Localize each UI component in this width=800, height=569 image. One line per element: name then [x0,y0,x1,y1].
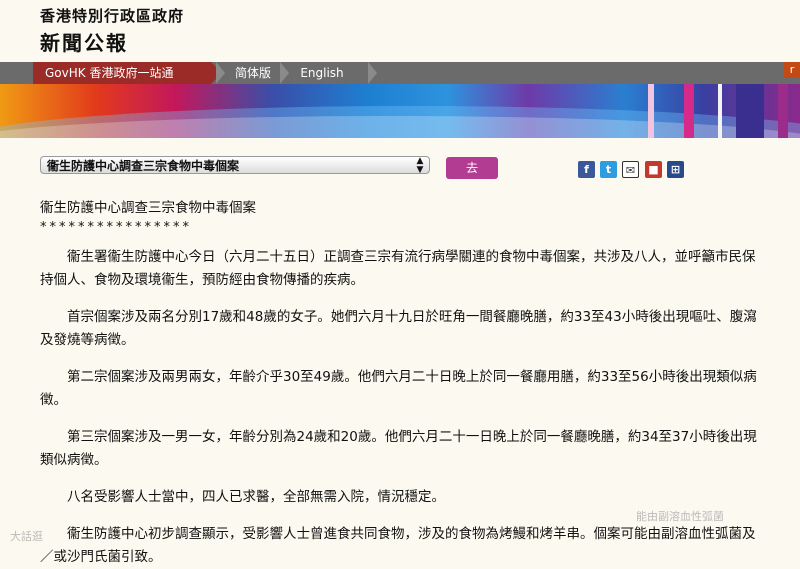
article-title: 衞生防護中心調查三宗食物中毒個案 [40,200,256,216]
paragraph: 衞生署衞生防護中心今日（六月二十五日）正調查三宗有流行病學關連的食物中毒個案，共… [40,249,756,288]
simplified-chinese-link[interactable]: 简体版 [230,62,276,84]
article-select-value: 衞生防護中心調查三宗食物中毒個案 [47,159,240,173]
govhk-link[interactable]: GovHK 香港政府一站通 [33,62,222,84]
section-title: 新聞公報 [40,31,128,55]
corner-button[interactable]: r [784,62,800,78]
site-header: 香港特別行政區政府 新聞公報 [0,0,800,62]
banner-stripe [648,84,654,138]
select-arrows-icon: ▲ ▼ [416,156,424,175]
paragraph: 八名受影響人士當中，四人已求醫，全部無需入院，情況穩定。 [67,489,445,505]
banner-stripe [736,84,764,138]
banner-stripe [778,84,788,138]
share-icon[interactable]: ⊞ [667,161,684,178]
nav-separator [368,62,377,84]
site-name: 香港特別行政區政府 [40,7,185,25]
paragraph: 第二宗個案涉及兩男兩女，年齡介乎30至49歲。他們六月二十日晚上於同一餐廳用膳，… [40,369,757,408]
paragraph: 衞生防護中心初步調查顯示，受影響人士曾進食共同食物，涉及的食物為烤鰻和烤羊串。個… [40,526,756,565]
header-banner [0,84,800,138]
banner-stripe [718,84,722,138]
article-select[interactable]: 衞生防護中心調查三宗食物中毒個案 ▲ ▼ [40,156,430,175]
nav-separator [216,62,225,84]
language-bar: GovHK 香港政府一站通 简体版 English [0,62,800,84]
watermark: 大話逛 [10,530,43,543]
twitter-icon[interactable]: t [600,161,617,178]
paragraph: 第三宗個案涉及一男一女，年齡分別為24歲和20歲。他們六月二十一日晚上於同一餐廳… [40,429,757,468]
go-button[interactable]: 去 [446,157,498,179]
facebook-icon[interactable]: f [578,161,595,178]
english-link[interactable]: English [292,62,352,84]
banner-stripe [684,84,694,138]
watermark: 能由副溶血性弧菌 [636,510,724,523]
print-icon[interactable]: ■ [645,161,662,178]
paragraph: 首宗個案涉及兩名分別17歲和48歲的女子。她們六月十九日於旺角一間餐廳晚膳，約3… [40,309,757,348]
email-icon[interactable]: ✉ [622,161,639,178]
title-divider: **************** [40,220,192,235]
nav-separator [280,62,289,84]
